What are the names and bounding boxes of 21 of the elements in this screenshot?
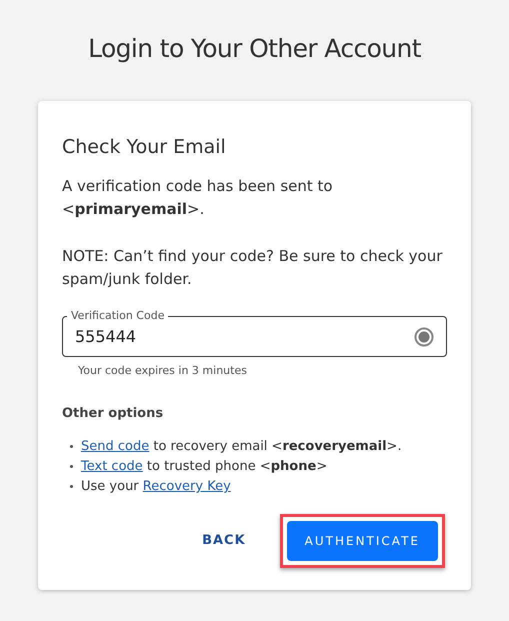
hint-text: Your code expires in 3 minutes — [78, 363, 248, 379]
back-button[interactable]: BACK — [188, 521, 260, 561]
page-title: Login to Your Other Account — [88, 33, 421, 65]
authenticate-button[interactable]: AUTHENTICATE — [286, 521, 438, 561]
option-link[interactable]: Text code — [81, 459, 143, 474]
option-text: Text code to trusted phone <phone> — [81, 458, 328, 476]
bullet-icon — [70, 485, 73, 488]
option-text: Send code to recovery email <recoveryemail>. — [81, 438, 402, 456]
option-link[interactable]: Send code — [81, 439, 150, 454]
bullet-icon — [70, 445, 73, 448]
code-input[interactable]: 555444 — [75, 324, 414, 348]
card-heading: Check Your Email — [62, 134, 227, 160]
option-text: Use your Recovery Key — [81, 478, 231, 496]
option-link[interactable]: Recovery Key — [142, 479, 231, 494]
message-text: A verification code has been sent to <primaryemail>. — [62, 176, 334, 220]
field-label: Verification Code — [70, 309, 166, 323]
note-text: NOTE: Can’t find your code? Be sure to check your spam/junk folder. — [62, 246, 444, 290]
options-heading: Other options — [62, 404, 164, 422]
bullet-icon — [70, 465, 73, 468]
radio-indicator-icon — [414, 326, 434, 346]
verification-code-field[interactable]: Verification Code 555444 — [62, 309, 447, 357]
